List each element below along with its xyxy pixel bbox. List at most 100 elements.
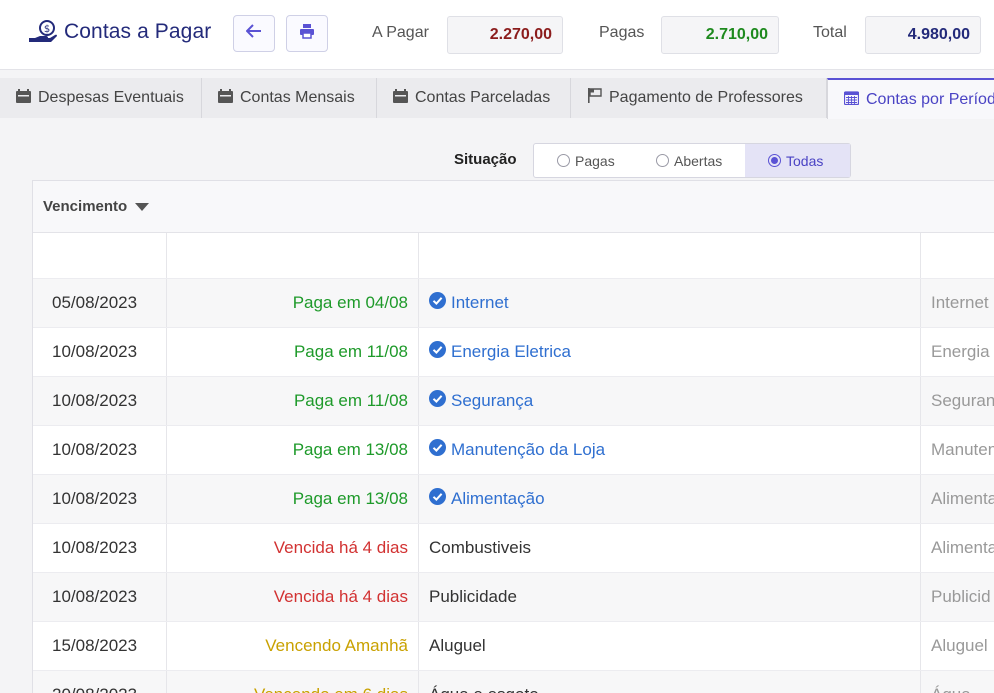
description-cell: Alimentação xyxy=(419,475,921,523)
tab-pagamento-professores[interactable]: Pagamento de Professores xyxy=(571,78,827,118)
tab-contas-parceladas[interactable]: Contas Parceladas xyxy=(377,78,571,118)
due-date-cell: 10/08/2023 xyxy=(33,328,167,376)
total-value: 4.980,00 xyxy=(865,16,981,54)
tab-label: Contas Mensais xyxy=(240,89,355,106)
money-hand-icon: $ xyxy=(28,20,58,46)
flag-icon xyxy=(587,88,602,108)
tab-contas-mensais[interactable]: Contas Mensais xyxy=(202,78,377,118)
category-cell: Água xyxy=(921,671,994,693)
description-cell: Internet xyxy=(419,279,921,327)
total-label: Total xyxy=(813,24,847,41)
category-cell: Alimenta xyxy=(931,538,994,557)
due-date-cell: 20/08/2023 xyxy=(33,671,167,693)
page-title: Contas a Pagar xyxy=(64,20,212,43)
a-pagar-label: A Pagar xyxy=(372,24,429,41)
calendar-grid-icon xyxy=(843,90,860,110)
radio-circle-icon xyxy=(557,154,570,167)
check-circle-icon xyxy=(429,292,446,314)
table-row-empty xyxy=(33,233,994,279)
table-row[interactable]: 10/08/2023 Paga em 11/08 Segurança Seguran xyxy=(33,377,994,426)
a-pagar-value: 2.270,00 xyxy=(447,16,563,54)
description-text[interactable]: Segurança xyxy=(451,391,533,411)
status-cell: Vencendo Amanhã xyxy=(167,622,419,670)
description-text[interactable]: Internet xyxy=(451,293,509,313)
tab-despesas-eventuais[interactable]: Despesas Eventuais xyxy=(0,78,202,118)
calendar-icon xyxy=(393,88,408,108)
description-text[interactable]: Manutenção da Loja xyxy=(451,440,605,460)
status-cell: Paga em 04/08 xyxy=(167,279,419,327)
tab-label: Contas por Período xyxy=(866,90,994,108)
print-button[interactable] xyxy=(286,15,328,52)
radio-todas[interactable]: Todas xyxy=(745,144,850,177)
description-text[interactable]: Energia Eletrica xyxy=(451,342,571,362)
table-row[interactable]: 10/08/2023 Paga em 11/08 Energia Eletrica E… xyxy=(33,328,994,377)
table-row[interactable]: 10/08/2023 Paga em 13/08 Manutenção da Loj… xyxy=(33,426,994,475)
due-date-cell: 05/08/2023 xyxy=(33,279,167,327)
description-cell: Segurança xyxy=(419,377,921,425)
description-cell: Aluguel xyxy=(419,622,921,670)
due-date-cell: 10/08/2023 xyxy=(33,377,167,425)
radio-selected-icon xyxy=(768,154,781,167)
tab-label: Pagamento de Professores xyxy=(609,89,803,106)
table-row[interactable]: 20/08/2023Vencendo em 6 dias Água e esgot… xyxy=(33,671,994,693)
printer-icon xyxy=(299,23,315,44)
table-row[interactable]: 10/08/2023 Vencida há 4 dias Publicidade Pu… xyxy=(33,573,994,622)
check-circle-icon xyxy=(429,439,446,461)
cell-empty xyxy=(167,233,419,278)
status-cell: Vencida há 4 dias xyxy=(167,573,419,621)
radio-label: Pagas xyxy=(575,152,615,169)
calendar-icon xyxy=(218,88,233,108)
status-cell: Paga em 11/08 xyxy=(167,377,419,425)
status-cell: Vencida há 4 dias xyxy=(167,524,419,572)
radio-abertas[interactable]: Abertas xyxy=(639,144,745,177)
situacao-radio-group: Pagas Abertas Todas xyxy=(533,143,851,178)
table-row[interactable]: 10/08/2023 Paga em 13/08 Alimentação Alimen… xyxy=(33,475,994,524)
radio-pagas[interactable]: Pagas xyxy=(534,144,639,177)
category-cell: Manuten xyxy=(931,440,994,459)
status-cell: Vencendo em 6 dias xyxy=(167,671,419,693)
cell-empty xyxy=(33,233,167,278)
table-header: Vencimento xyxy=(33,181,994,233)
bills-table: Vencimento 05/08/2023 Paga em 04/08 Intern… xyxy=(32,180,994,693)
status-cell: Paga em 13/08 xyxy=(167,475,419,523)
table-row[interactable]: 05/08/2023 Paga em 04/08 Internet Internet xyxy=(33,279,994,328)
situacao-label: Situação xyxy=(454,151,517,168)
radio-label: Todas xyxy=(786,152,824,169)
pagas-value: 2.710,00 xyxy=(661,16,779,54)
check-circle-icon xyxy=(429,341,446,363)
description-text: Combustiveis xyxy=(429,538,532,557)
category-cell: Aluguel xyxy=(931,636,988,655)
radio-circle-icon xyxy=(656,154,669,167)
app-header: $ Contas a Pagar A Pagar 2.270,00 Pagas … xyxy=(0,0,994,70)
due-date-cell: 10/08/2023 xyxy=(33,426,167,474)
due-date-cell: 10/08/2023 xyxy=(33,475,167,523)
tab-contas-por-periodo[interactable]: Contas por Período xyxy=(827,78,994,119)
description-cell: Energia Eletrica xyxy=(419,328,921,376)
svg-text:$: $ xyxy=(44,24,50,35)
table-row[interactable]: 10/08/2023 Vencida há 4 dias Combustiveis A… xyxy=(33,524,994,573)
table-row[interactable]: 15/08/2023 Vencendo Amanhã Aluguel Aluguel xyxy=(33,622,994,671)
status-cell: Paga em 11/08 xyxy=(167,328,419,376)
tab-bar: Despesas Eventuais Contas Mensais Contas… xyxy=(0,78,994,119)
caret-down-icon[interactable] xyxy=(135,198,150,216)
description-cell: Água e esgoto xyxy=(419,671,921,693)
pagas-label: Pagas xyxy=(599,24,645,41)
description-text: Publicidade xyxy=(429,587,517,606)
description-text[interactable]: Alimentação xyxy=(451,489,545,509)
due-date-cell: 15/08/2023 xyxy=(33,622,167,670)
description-cell: Publicidade xyxy=(419,573,921,621)
tab-label: Despesas Eventuais xyxy=(38,89,184,106)
category-cell: Energia xyxy=(931,342,990,361)
vencimento-sort-header[interactable]: Vencimento xyxy=(43,198,127,215)
category-cell: Internet xyxy=(931,293,989,312)
due-date-cell: 10/08/2023 xyxy=(33,524,167,572)
calendar-icon xyxy=(16,88,31,108)
description-text: Água e esgoto xyxy=(429,685,539,693)
cell-empty xyxy=(419,233,921,278)
status-cell: Paga em 13/08 xyxy=(167,426,419,474)
check-circle-icon xyxy=(429,390,446,412)
back-button[interactable] xyxy=(233,15,275,52)
radio-label: Abertas xyxy=(674,152,723,169)
arrow-left-icon xyxy=(245,24,262,43)
category-cell: Publicid xyxy=(931,587,991,606)
